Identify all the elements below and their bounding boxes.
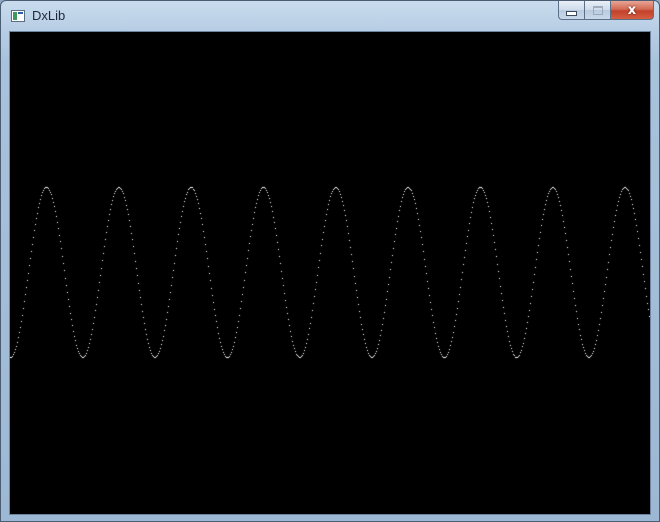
close-button[interactable]: x: [610, 1, 654, 20]
close-icon: x: [627, 2, 637, 18]
maximize-button: [584, 1, 610, 20]
sine-wave-canvas[interactable]: [10, 32, 650, 514]
client-area[interactable]: [9, 31, 651, 515]
title-bar[interactable]: DxLib x: [1, 1, 659, 31]
maximize-icon: [592, 5, 603, 15]
minimize-button[interactable]: [558, 1, 584, 20]
app-window: DxLib x: [0, 0, 660, 522]
minimize-icon: [566, 10, 577, 16]
window-title: DxLib: [32, 8, 66, 23]
app-icon[interactable]: [11, 10, 25, 22]
caption-buttons: x: [558, 1, 654, 21]
